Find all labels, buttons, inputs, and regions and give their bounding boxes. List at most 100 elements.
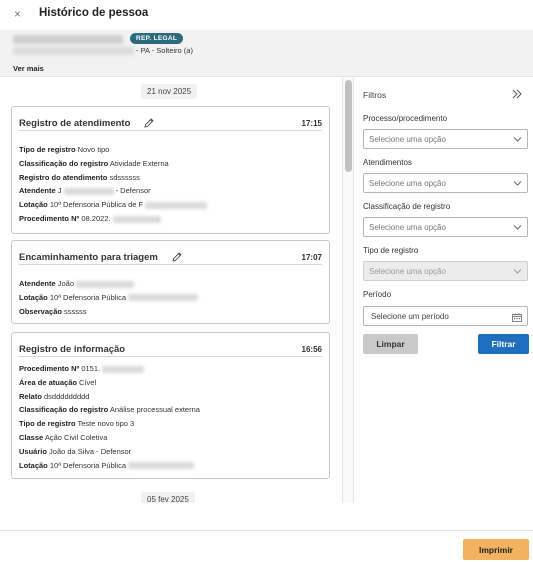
chevron-down-icon [513,181,522,186]
field-row: Atendente J - Defensor [19,184,322,198]
select-placeholder: Selecione uma opção [369,267,446,276]
filter-label-period: Período [363,290,392,299]
field-label: Procedimento Nº [19,213,80,223]
field-value: Novo tipo [77,145,110,154]
close-icon[interactable]: × [14,7,21,21]
field-value: 10ª Defensoria Pública de F [49,200,144,210]
status-badge: REP. LEGAL [130,33,184,44]
field-value-suffix: - Defensor [113,186,151,196]
field-row: Classe Ação Civil Coletiva [19,431,322,445]
field-label: Classe [19,432,44,442]
field-label: Tipo de registro [19,419,76,429]
card-title: Registro de atendimento [19,118,131,129]
field-label: Área de atuação [19,377,77,387]
edit-pencil-icon[interactable] [143,117,155,129]
attendances-select[interactable]: Selecione uma opção [363,173,528,193]
field-value: sdssssss [109,172,140,182]
field-label: Lotação [19,460,48,470]
process-select[interactable]: Selecione uma opção [363,129,528,149]
clear-button[interactable]: Limpar [363,334,418,354]
chevron-down-icon [513,269,522,274]
field-value: dsddddddddd [44,391,90,401]
field-row: Relato dsddddddddd [19,390,322,404]
field-value: Cível [79,377,97,387]
field-value: ssssss [64,306,87,316]
double-chevron-right-icon[interactable] [511,88,523,100]
field-row: Área de atuação Cível [19,376,322,390]
filter-label-process: Processo/procedimento [363,114,448,123]
classification-select[interactable]: Selecione uma opção [363,217,528,237]
field-value: Análise processual externa [109,405,200,415]
person-details-redacted [13,47,134,55]
field-row: Lotação 10ª Defensoria Pública de F [19,198,322,212]
card-time: 17:15 [301,119,322,128]
redacted-text [128,294,199,302]
field-row: Classificação do registro Atividade Exte… [19,157,322,171]
redacted-text [145,201,208,209]
select-placeholder: Selecione uma opção [369,223,446,232]
field-row: Tipo de registro Novo tipo [19,143,322,157]
filter-button[interactable]: Filtrar [478,334,529,354]
person-name-redacted [13,35,123,44]
field-label: Classificação do registro [19,158,109,168]
edit-pencil-icon[interactable] [171,251,183,263]
filters-panel: Filtros Processo/procedimento Selecione … [355,77,533,503]
redacted-text [128,462,195,470]
modal-title: Histórico de pessoa [39,7,149,19]
date-placeholder: Selecione um período [371,312,449,321]
field-label: Registro do atendimento [19,172,108,182]
history-card: Encaminhamento para triagem 17:07 Atende… [11,240,330,324]
person-summary: REP. LEGAL - PA - Solteiro (a) Ver mais [0,30,533,77]
field-row: Observação ssssss [19,305,322,319]
period-date-picker[interactable]: Selecione um período [363,306,528,326]
select-placeholder: Selecione uma opção [369,179,446,188]
field-label: Procedimento Nº [19,364,80,373]
redacted-text [76,280,135,288]
record-type-select: Selecione uma opção [363,261,528,281]
field-row: Registro do atendimento sdssssss [19,171,322,185]
card-fields: Tipo de registro Novo tipo Classificação… [19,143,322,226]
card-title: Encaminhamento para triagem [19,252,158,263]
field-value: 0151. [81,364,101,373]
modal-footer: Imprimir [0,530,533,562]
field-label: Classificação do registro [19,405,109,415]
card-fields: Procedimento Nº 0151. Área de atuação Cí… [19,362,322,472]
card-header: Encaminhamento para triagem 17:07 [19,249,322,265]
redacted-text [63,187,114,195]
field-value: João da Silva - Defensor [49,446,132,456]
chevron-down-icon [513,225,522,230]
card-fields: Atendente João Lotação 10ª Defensoria Pú… [19,277,322,318]
filter-label-classification: Classificação de registro [363,202,451,211]
calendar-icon [512,313,522,322]
timeline-scrollbar[interactable] [342,77,354,503]
field-label: Tipo de registro [19,145,76,154]
field-label: Lotação [19,292,48,302]
card-header: Registro de informação 16:56 [19,341,322,357]
field-row: Lotação 10ª Defensoria Pública [19,291,322,305]
field-label: Atendente [19,186,56,196]
card-header: Registro de atendimento 17:15 [19,115,322,131]
card-time: 17:07 [301,253,322,262]
chevron-down-icon [513,137,522,142]
field-row: Atendente João [19,277,322,291]
see-more-link[interactable]: Ver mais [13,64,44,73]
field-label: Relato [19,391,42,401]
history-card: Registro de atendimento 17:15 Tipo de re… [11,106,330,234]
card-time: 16:56 [301,345,322,354]
history-card: Registro de informação 16:56 Procediment… [11,332,330,479]
person-details: - PA - Solteiro (a) [136,46,193,55]
scrollbar-thumb[interactable] [345,80,352,172]
field-value: Teste novo tipo 3 [77,419,135,429]
redacted-text [102,365,145,373]
history-timeline: 21 nov 2025 Registro de atendimento 17:1… [0,77,342,503]
field-value: João [57,279,75,288]
print-button[interactable]: Imprimir [463,539,529,560]
field-value: J [57,186,62,196]
field-label: Usuário [19,446,47,456]
field-row: Lotação 10ª Defensoria Pública [19,459,322,473]
field-value: 10ª Defensoria Pública [49,460,127,470]
field-value: Ação Civil Coletiva [44,432,108,442]
card-title: Registro de informação [19,344,126,355]
select-placeholder: Selecione uma opção [369,135,446,144]
field-value: Atividade Externa [109,158,169,168]
